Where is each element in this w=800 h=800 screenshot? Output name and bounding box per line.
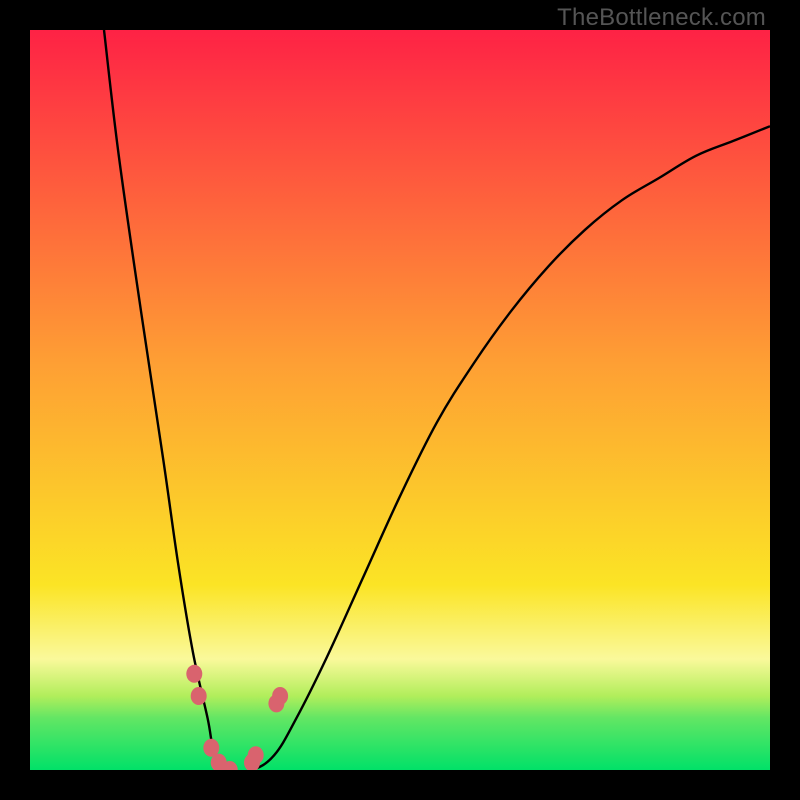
data-marker bbox=[191, 687, 207, 705]
watermark-text: TheBottleneck.com bbox=[557, 4, 766, 32]
chart-plot-area bbox=[30, 30, 770, 770]
bottleneck-curve bbox=[30, 30, 770, 770]
data-marker bbox=[186, 665, 202, 683]
marker-group bbox=[186, 665, 288, 770]
data-marker bbox=[272, 687, 288, 705]
data-marker bbox=[248, 746, 264, 764]
